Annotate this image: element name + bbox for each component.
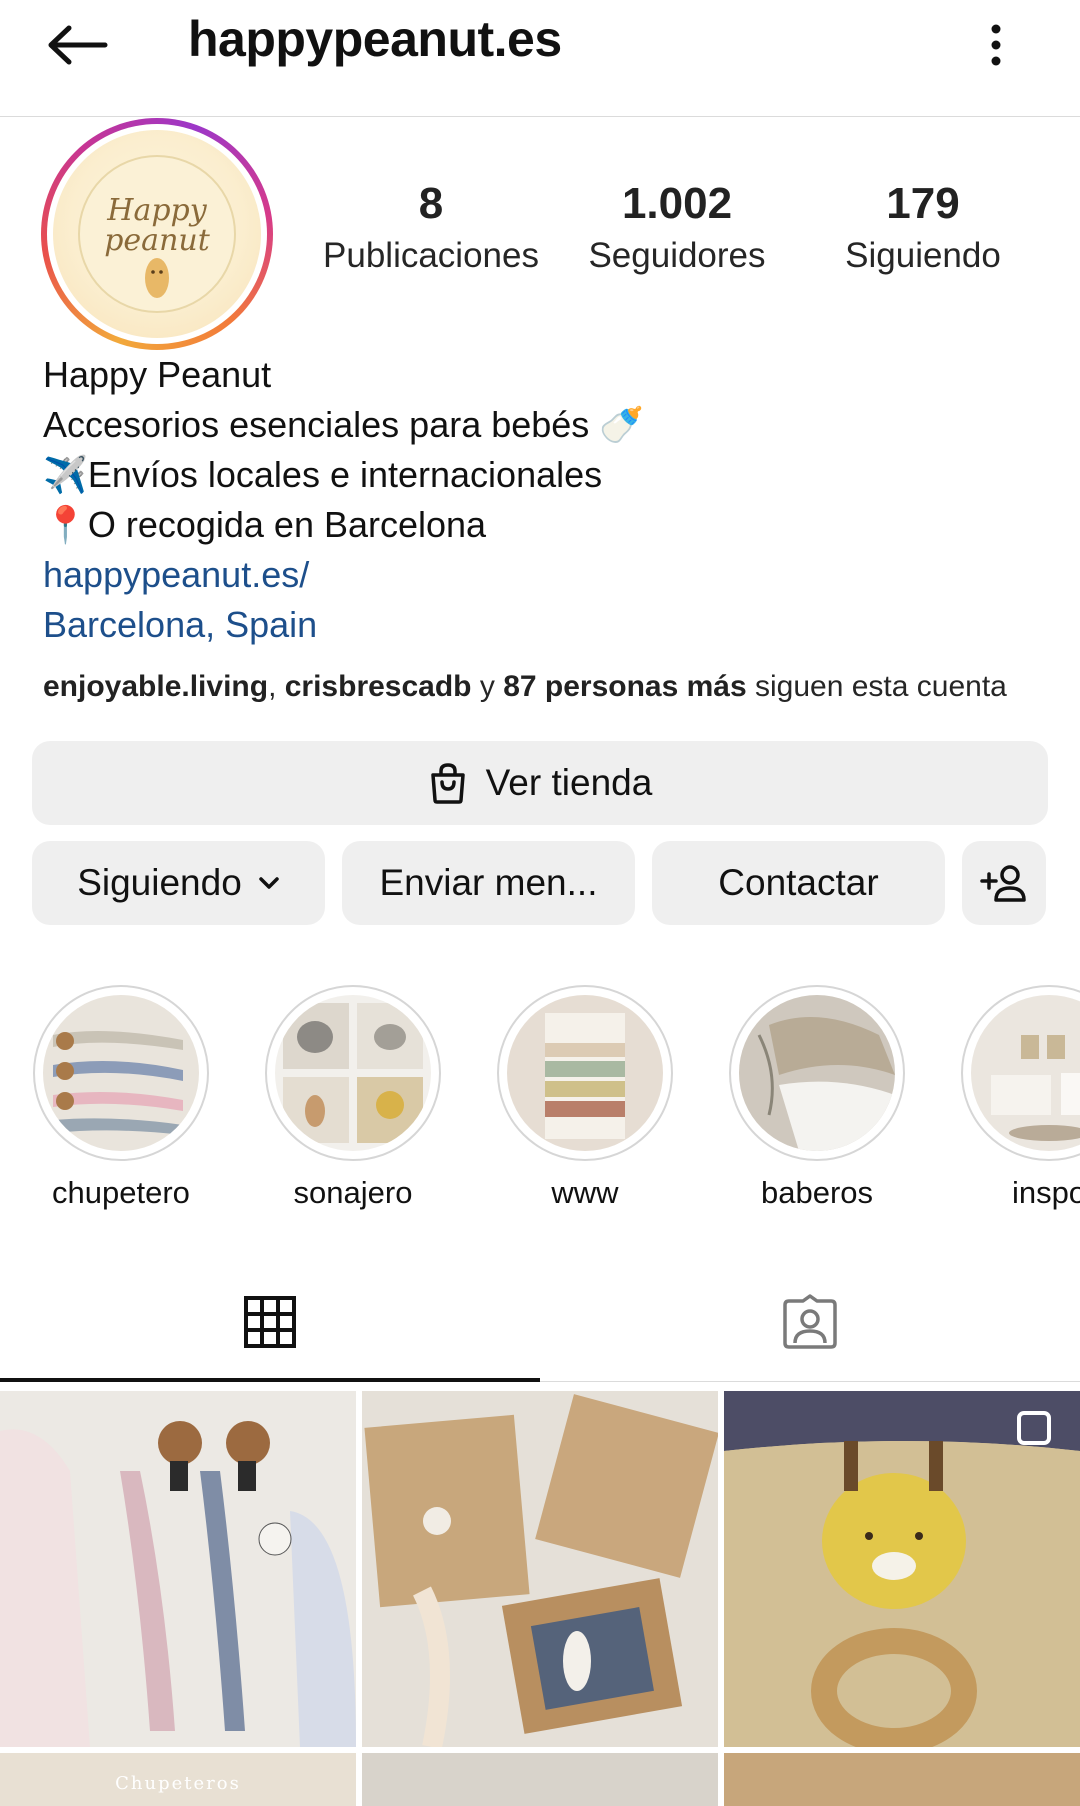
highlight-label: sonajero bbox=[293, 1175, 413, 1210]
followed-by-text[interactable]: enjoyable.living, crisbrescadb y 87 pers… bbox=[43, 670, 1007, 704]
others-count: 87 personas más bbox=[503, 670, 747, 703]
tab-posts-grid[interactable] bbox=[0, 1262, 540, 1382]
contact-button[interactable]: Contactar bbox=[652, 841, 945, 925]
stat-following[interactable]: 179 Siguiendo bbox=[803, 179, 1043, 276]
website-link[interactable]: happypeanut.es/ bbox=[43, 550, 644, 600]
highlight-label: baberos bbox=[760, 1175, 874, 1210]
profile-bio: Happy Peanut Accesorios esenciales para … bbox=[43, 350, 644, 650]
story-highlight[interactable]: inspo bbox=[959, 985, 1080, 1211]
highlight-cover bbox=[971, 995, 1080, 1151]
post-thumbnail[interactable] bbox=[0, 1391, 356, 1747]
story-highlight[interactable]: sonajero bbox=[263, 985, 443, 1211]
highlight-cover bbox=[275, 995, 431, 1151]
tagged-person-icon bbox=[781, 1293, 839, 1351]
add-person-icon bbox=[980, 863, 1028, 903]
story-highlight[interactable]: www bbox=[495, 985, 675, 1211]
send-message-button[interactable]: Enviar men... bbox=[342, 841, 635, 925]
svg-text:peanut: peanut bbox=[104, 223, 210, 258]
arrow-left-icon[interactable] bbox=[40, 14, 116, 76]
stat-posts[interactable]: 8 Publicaciones bbox=[311, 179, 551, 276]
more-vertical-icon[interactable] bbox=[972, 14, 1020, 76]
followed-by-suffix: siguen esta cuenta bbox=[746, 670, 1007, 703]
story-highlight[interactable]: chupetero bbox=[31, 985, 211, 1211]
post-thumbnail[interactable]: Chupeteros bbox=[0, 1753, 356, 1806]
profile-username: happypeanut.es bbox=[188, 11, 562, 67]
stat-followers[interactable]: 1.002 Seguidores bbox=[557, 179, 797, 276]
separator: , bbox=[268, 670, 285, 703]
bio-line: Accesorios esenciales para bebés 🍼 bbox=[43, 404, 645, 445]
avatar[interactable]: Happy peanut bbox=[53, 130, 261, 338]
following-button[interactable]: Siguiendo bbox=[32, 841, 325, 925]
highlight-label: chupetero bbox=[52, 1175, 190, 1210]
post-thumbnail[interactable] bbox=[362, 1391, 718, 1747]
story-highlight[interactable]: baberos bbox=[727, 985, 907, 1211]
highlight-cover bbox=[43, 995, 199, 1151]
highlight-label: inspo bbox=[1011, 1175, 1080, 1210]
bio-line: ✈️Envíos locales e internacionales bbox=[43, 454, 603, 495]
tab-tagged[interactable] bbox=[540, 1262, 1080, 1382]
conjunction: y bbox=[471, 670, 504, 703]
post-thumbnail[interactable] bbox=[362, 1753, 718, 1806]
contact-label: Contactar bbox=[718, 862, 879, 903]
following-button-label: Siguiendo bbox=[77, 862, 242, 903]
suggested-accounts-button[interactable] bbox=[962, 841, 1046, 925]
highlight-cover bbox=[507, 995, 663, 1151]
bio-line: 📍O recogida en Barcelona bbox=[43, 504, 487, 545]
followers-count: 1.002 bbox=[621, 179, 733, 228]
view-shop-button[interactable]: Ver tienda bbox=[32, 741, 1048, 825]
chevron-down-icon bbox=[258, 876, 280, 890]
highlight-label: www bbox=[551, 1175, 619, 1210]
avatar-story-ring[interactable]: Happy peanut bbox=[41, 118, 273, 350]
location-link[interactable]: Barcelona, Spain bbox=[43, 600, 644, 650]
follower-username: enjoyable.living bbox=[43, 670, 269, 703]
view-shop-label: Ver tienda bbox=[485, 762, 653, 803]
grid-icon bbox=[243, 1295, 297, 1349]
shopping-bag-icon bbox=[428, 762, 468, 804]
active-tab-indicator bbox=[0, 1378, 540, 1382]
following-count: 179 bbox=[886, 179, 960, 228]
posts-label: Publicaciones bbox=[323, 236, 539, 276]
highlight-cover bbox=[739, 995, 895, 1151]
posts-count: 8 bbox=[418, 179, 444, 228]
following-label: Siguiendo bbox=[845, 236, 1001, 276]
send-message-label: Enviar men... bbox=[379, 862, 598, 903]
profile-display-name: Happy Peanut bbox=[43, 354, 272, 395]
top-bar: happypeanut.es bbox=[0, 0, 1080, 117]
post-thumbnail[interactable] bbox=[724, 1753, 1080, 1806]
post-thumbnail[interactable] bbox=[724, 1391, 1080, 1747]
follower-username: crisbrescadb bbox=[284, 670, 472, 703]
followers-label: Seguidores bbox=[588, 236, 766, 276]
post-caption-overlay: Chupeteros bbox=[115, 1773, 241, 1794]
